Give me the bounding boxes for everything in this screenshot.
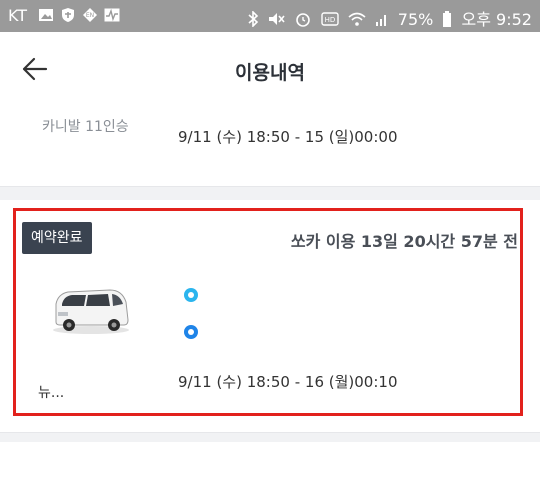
svg-text:EN: EN [86,12,94,19]
svg-text:HD: HD [324,16,335,24]
car-name: 카니발 11인승 [42,119,129,135]
usage-summary: 쏘카 이용 13일 20시간 57분 전 [290,232,518,251]
start-location-dot [184,288,198,302]
hd-icon: HD [320,12,339,26]
carrier-label: KT [8,6,28,25]
car-name: 뉴... [38,385,65,401]
reservation-card[interactable]: 카니발 11인승 9/11 (수) 18:50 - 15 (일)00:00 [0,106,540,186]
activity-icon [104,8,120,22]
reservation-card[interactable]: 예약완료 쏘카 이용 13일 20시간 57분 전 뉴... 9/11 (수) … [0,200,540,432]
mute-icon [269,13,285,25]
time-range: 9/11 (수) 18:50 - 15 (일)00:00 [178,128,398,146]
van-image [53,289,129,334]
status-right: HD 75% 오후 9:52 [243,6,532,30]
battery-percent: 75% [397,10,434,29]
card-divider [0,186,540,200]
en-icon: EN [83,8,97,22]
time-range: 9/11 (수) 18:50 - 16 (월)00:10 [178,373,398,391]
battery-icon [443,11,452,27]
image-icon [39,9,53,21]
page-title: 이용내역 [235,62,305,84]
signal-icon [375,15,386,26]
bluetooth-icon [248,10,259,28]
wifi-icon [348,12,366,26]
app-header: 이용내역 [0,32,540,106]
end-location-dot [184,325,198,339]
alarm-icon [296,13,311,27]
status-bar: KT EN HD 75% 오후 9:52 [0,0,540,32]
shield-icon [62,8,74,22]
clock: 오후 9:52 [461,10,532,29]
status-badge: 예약완료 [22,222,92,254]
card-divider [0,432,540,442]
